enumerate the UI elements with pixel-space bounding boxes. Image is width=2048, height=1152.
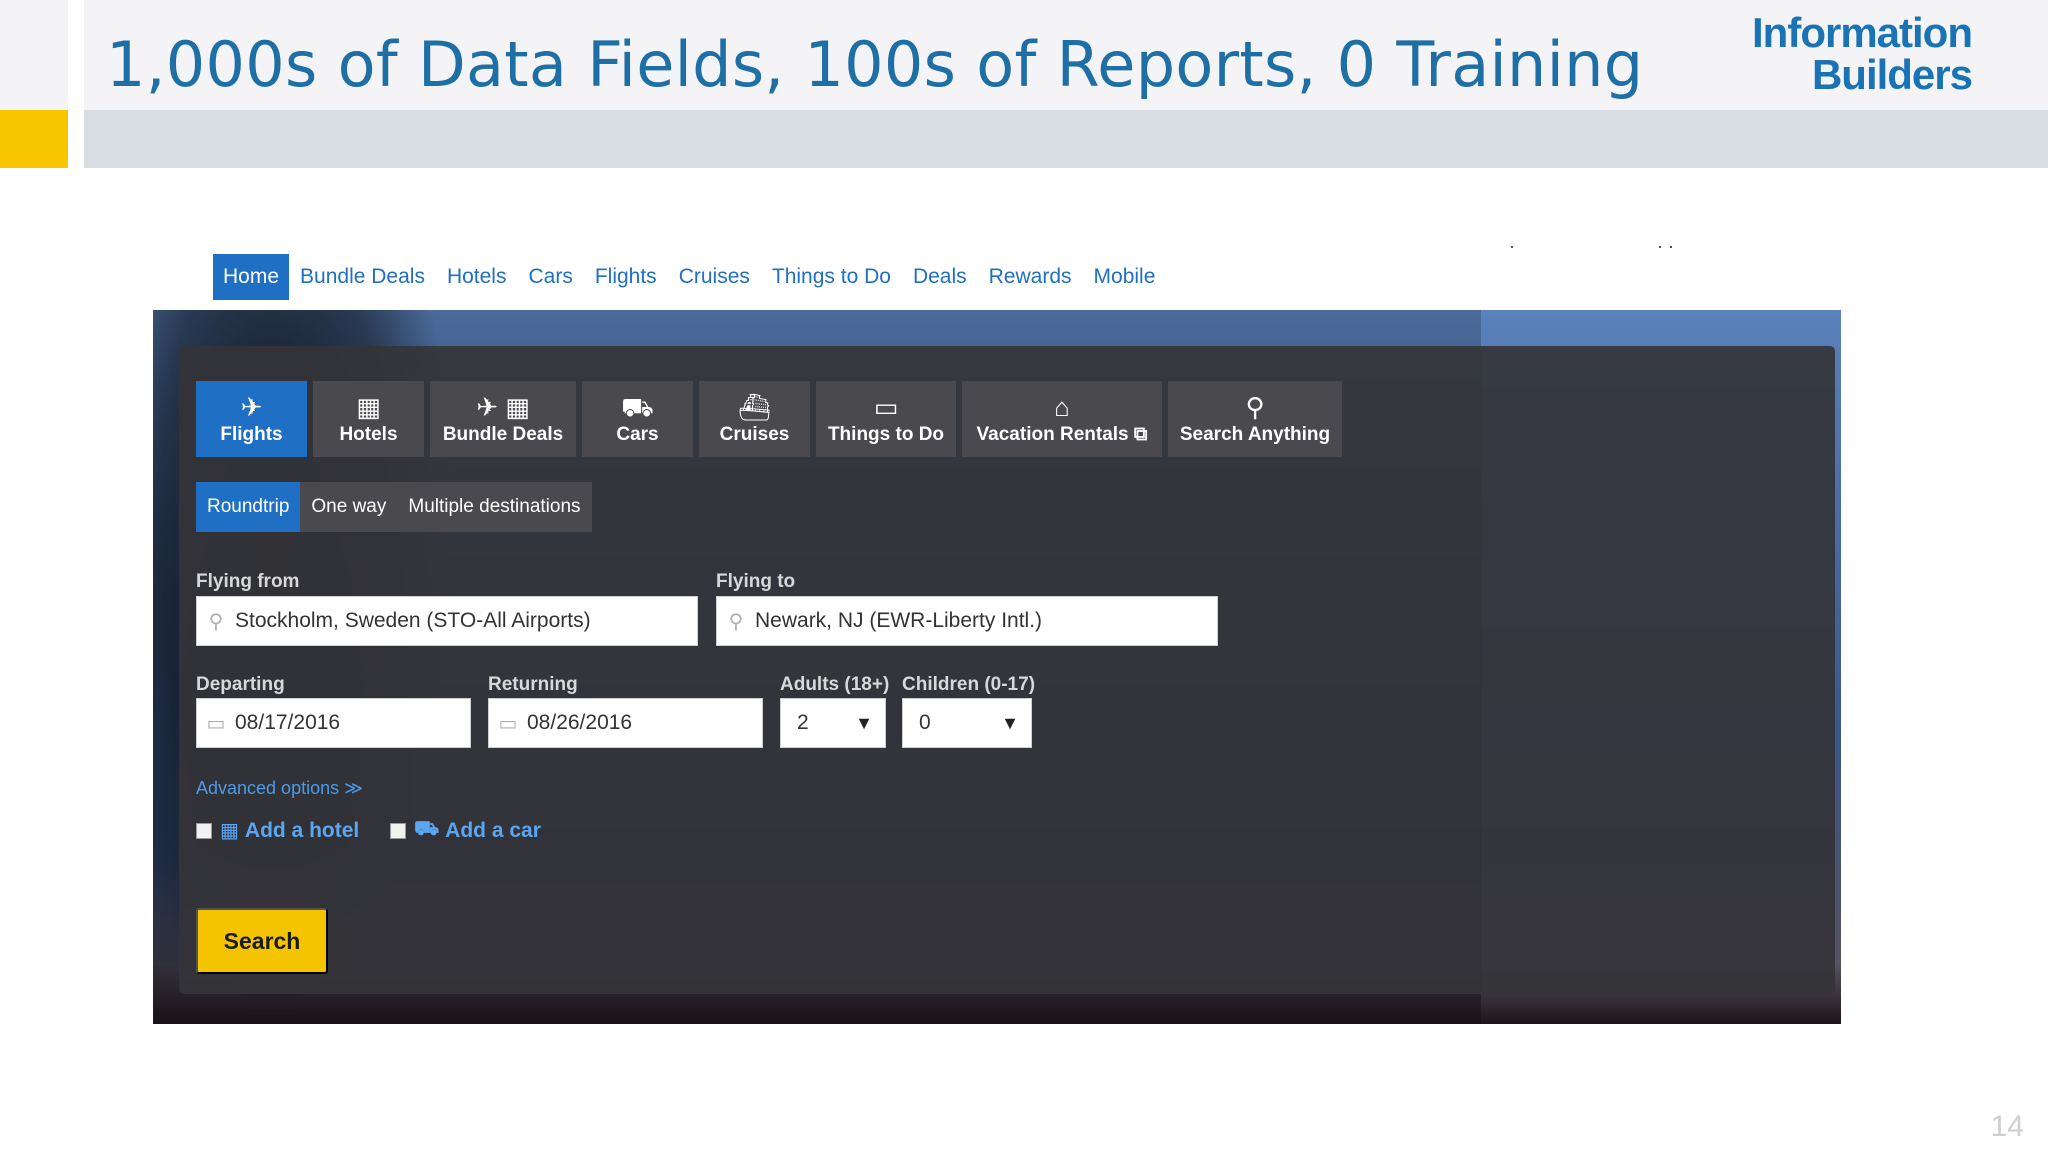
tab-label: Cruises <box>719 424 790 445</box>
tab-label: Flights <box>220 424 283 445</box>
car-icon: ⛟ <box>621 392 654 422</box>
house-icon: ⌂ <box>1054 392 1070 422</box>
children-label: Children (0-17) <box>902 674 1036 695</box>
header-divider <box>68 0 84 168</box>
decorative-dots: · · <box>1657 236 1674 256</box>
adults-select[interactable]: 2 ▼ <box>780 698 886 748</box>
flying-from-label: Flying from <box>196 571 300 592</box>
nav-flights[interactable]: Flights <box>584 254 668 300</box>
departing-value: 08/17/2016 <box>235 711 341 734</box>
tab-label: Hotels <box>339 424 398 445</box>
tab-label: Things to Do <box>827 424 945 445</box>
flying-from-value: Stockholm, Sweden (STO-All Airports) <box>235 609 591 632</box>
calendar-icon: ▭ <box>498 712 518 735</box>
search-button[interactable]: Search <box>196 908 328 974</box>
tab-label: Search Anything <box>1179 424 1331 445</box>
nav-bundle-deals[interactable]: Bundle Deals <box>289 254 436 300</box>
departing-label: Departing <box>196 674 285 695</box>
chevron-down-icon: ▼ <box>855 712 873 733</box>
brand-line-1: Information <box>1752 9 1973 56</box>
hotel-icon: ▦ <box>356 392 381 422</box>
hero-background: ✈ Flights ▦ Hotels ✈ ▦ Bundle Deals ⛟ Ca… <box>153 310 1841 1024</box>
trip-type-selector: Roundtrip One way Multiple destinations <box>196 482 592 532</box>
trip-multiple-destinations[interactable]: Multiple destinations <box>397 482 591 532</box>
brand-logo: Information Builders <box>1752 9 1973 98</box>
nav-hotels[interactable]: Hotels <box>436 254 518 300</box>
adults-value: 2 <box>797 711 809 734</box>
nav-things-to-do[interactable]: Things to Do <box>761 254 902 300</box>
airplane-icon: ✈ <box>240 392 263 422</box>
bundle-icon: ✈ ▦ <box>476 392 530 422</box>
location-pin-icon: ⚲ <box>208 610 224 633</box>
header-band <box>84 110 2048 168</box>
flying-to-label: Flying to <box>716 571 796 592</box>
children-value: 0 <box>919 711 931 734</box>
top-navigation: Home Bundle Deals Hotels Cars Flights Cr… <box>213 254 1166 300</box>
search-tabs: ✈ Flights ▦ Hotels ✈ ▦ Bundle Deals ⛟ Ca… <box>196 381 1342 457</box>
add-hotel-checkbox[interactable] <box>196 822 212 839</box>
trip-roundtrip[interactable]: Roundtrip <box>196 482 301 532</box>
flying-to-input[interactable]: ⚲ Newark, NJ (EWR-Liberty Intl.) <box>716 596 1218 646</box>
add-hotel-option[interactable]: ▦ Add a hotel <box>196 818 359 843</box>
page-number: 14 <box>1990 1110 2024 1143</box>
tab-cars[interactable]: ⛟ Cars <box>582 381 693 457</box>
slide-title: 1,000s of Data Fields, 100s of Reports, … <box>106 28 1644 101</box>
returning-label: Returning <box>488 674 578 695</box>
ticket-icon: ▭ <box>873 392 899 422</box>
add-hotel-label: Add a hotel <box>244 818 360 842</box>
nav-cruises[interactable]: Cruises <box>668 254 761 300</box>
search-icon: ⚲ <box>1245 392 1265 422</box>
nav-mobile[interactable]: Mobile <box>1083 254 1167 300</box>
location-pin-icon: ⚲ <box>728 610 744 633</box>
adults-label: Adults (18+) <box>780 674 890 695</box>
slide: 1,000s of Data Fields, 100s of Reports, … <box>0 0 2048 1152</box>
nav-rewards[interactable]: Rewards <box>978 254 1083 300</box>
search-panel: ✈ Flights ▦ Hotels ✈ ▦ Bundle Deals ⛟ Ca… <box>179 346 1835 994</box>
tab-label: Bundle Deals <box>442 424 564 445</box>
hotel-icon: ▦ <box>220 820 239 842</box>
tab-flights[interactable]: ✈ Flights <box>196 381 307 457</box>
flying-to-value: Newark, NJ (EWR-Liberty Intl.) <box>755 609 1043 632</box>
nav-cars[interactable]: Cars <box>517 254 583 300</box>
tab-things-to-do[interactable]: ▭ Things to Do <box>816 381 956 457</box>
tab-cruises[interactable]: ⛴ Cruises <box>699 381 810 457</box>
website-screenshot: · · · Home Bundle Deals Hotels Cars Flig… <box>153 236 1841 1024</box>
nav-home[interactable]: Home <box>213 254 290 300</box>
tab-label: Vacation Rentals ⧉ <box>976 424 1148 445</box>
add-car-label: Add a car <box>445 818 541 842</box>
accent-bar <box>0 110 68 168</box>
trip-one-way[interactable]: One way <box>300 482 397 532</box>
returning-value: 08/26/2016 <box>527 711 633 734</box>
flying-from-input[interactable]: ⚲ Stockholm, Sweden (STO-All Airports) <box>196 596 698 646</box>
tab-vacation-rentals[interactable]: ⌂ Vacation Rentals ⧉ <box>962 381 1162 457</box>
calendar-icon: ▭ <box>206 712 226 735</box>
brand-line-2: Builders <box>1811 51 1973 98</box>
cruise-icon: ⛴ <box>737 392 771 422</box>
nav-deals[interactable]: Deals <box>902 254 978 300</box>
returning-date-input[interactable]: ▭ 08/26/2016 <box>488 698 763 748</box>
tab-label: Cars <box>616 424 659 445</box>
add-car-option[interactable]: ⛟ Add a car <box>390 818 541 843</box>
chevron-down-icon: ▼ <box>1001 712 1019 733</box>
tab-hotels[interactable]: ▦ Hotels <box>313 381 424 457</box>
decorative-dot: · <box>1509 236 1515 256</box>
car-icon: ⛟ <box>414 818 440 840</box>
tab-bundle-deals[interactable]: ✈ ▦ Bundle Deals <box>430 381 576 457</box>
departing-date-input[interactable]: ▭ 08/17/2016 <box>196 698 471 748</box>
advanced-options-link[interactable]: Advanced options ≫ <box>196 778 363 799</box>
tab-search-anything[interactable]: ⚲ Search Anything <box>1168 381 1342 457</box>
children-select[interactable]: 0 ▼ <box>902 698 1032 748</box>
add-car-checkbox[interactable] <box>390 822 406 839</box>
